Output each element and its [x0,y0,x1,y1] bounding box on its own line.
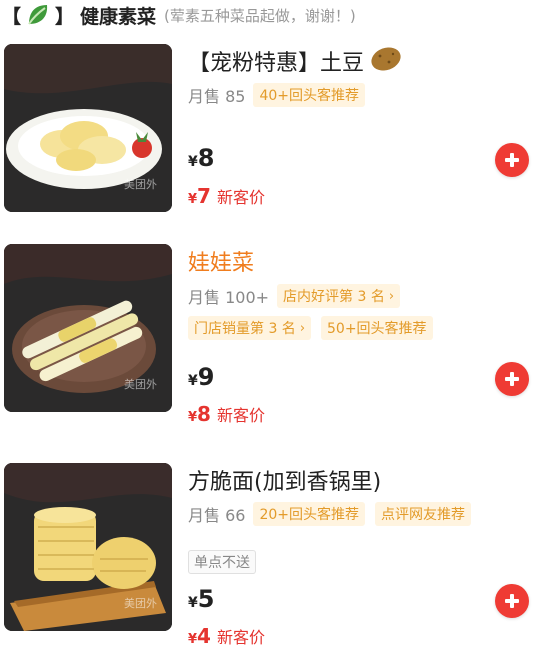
item-name[interactable]: 【宠粉特惠】土豆 [188,45,364,77]
section-subtitle: (荤素五种菜品起做，谢谢！) [164,6,356,25]
add-to-cart-button[interactable] [495,143,529,177]
rating-rank-tag[interactable]: 店内好评第 3 名 › [277,284,401,308]
item-new-customer-price: ¥4 新客价 [188,624,265,648]
add-to-cart-button[interactable] [495,362,529,396]
item-monthly-sales: 月售 100+ [188,288,270,307]
not-sold-alone-badge: 单点不送 [188,550,256,574]
item-name[interactable]: 娃娃菜 [188,245,254,277]
section-title: 健康素菜 [80,5,157,28]
cabbage-leaf-icon [25,2,51,28]
chevron-right-icon: › [388,288,395,304]
crispy-noodle-dish-image[interactable]: 美团外 [4,463,172,631]
item-price: ¥9 [188,363,215,391]
item-monthly-sales: 月售 85 [188,87,246,106]
chevron-right-icon: › [299,320,306,336]
item-sales-row: 月售 85 40+回头客推荐 [188,83,375,107]
reviewer-recommend-tag: 点评网友推荐 [375,502,471,526]
item-new-customer-price: ¥7 新客价 [188,184,265,208]
item-tag-row: 门店销量第 3 名 › 50+回头客推荐 [188,316,443,340]
image-watermark: 美团外 [124,597,157,610]
item-sales-row: 月售 100+ 店内好评第 3 名 › [188,284,410,308]
item-new-customer-price: ¥8 新客价 [188,402,265,426]
sales-rank-tag[interactable]: 门店销量第 3 名 › [188,316,312,340]
potato-icon [369,44,403,74]
section-bracket-open: 【 [2,5,22,28]
returning-customer-tag: 50+回头客推荐 [321,316,433,340]
section-bracket-close: 】 [55,5,75,28]
item-price: ¥8 [188,144,215,172]
item-sales-row: 月售 66 20+回头客推荐 点评网友推荐 [188,502,481,526]
potato-dish-image[interactable]: 美团外 [4,44,172,212]
item-name[interactable]: 方脆面(加到香锅里) [188,464,381,496]
image-watermark: 美团外 [124,178,157,191]
returning-customer-tag: 40+回头客推荐 [253,83,365,107]
baby-cabbage-dish-image[interactable]: 美团外 [4,244,172,412]
add-to-cart-button[interactable] [495,584,529,618]
item-price: ¥5 [188,585,215,613]
item-monthly-sales: 月售 66 [188,506,246,525]
returning-customer-tag: 20+回头客推荐 [253,502,365,526]
image-watermark: 美团外 [124,378,157,391]
section-header: 【 】 健康素菜 (荤素五种菜品起做，谢谢！) [0,0,544,30]
